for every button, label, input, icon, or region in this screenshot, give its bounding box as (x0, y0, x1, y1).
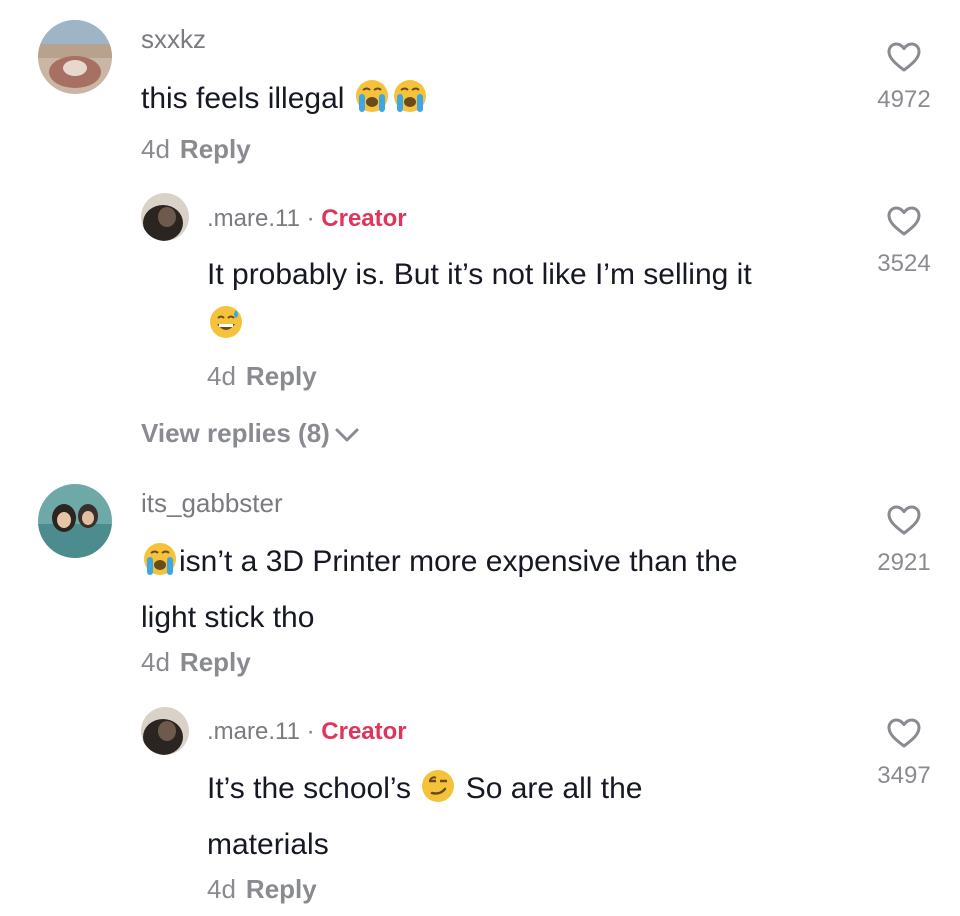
like-count: 3524 (877, 250, 931, 277)
comment-username[interactable]: its_gabbster (141, 488, 283, 519)
reply-text-part2: So are all the (465, 772, 643, 805)
reply-meta: 4d Reply (207, 361, 317, 392)
chevron-down-icon (335, 428, 359, 442)
like-button[interactable]: 3524 (864, 206, 944, 278)
like-count: 2921 (877, 549, 931, 576)
heart-icon (887, 505, 921, 535)
comment-text-line2: light stick tho (141, 601, 315, 634)
smirking-face-icon (420, 768, 456, 820)
avatar[interactable] (38, 20, 112, 94)
view-replies-label: View replies (8) (141, 418, 330, 448)
reply-text-content: It probably is. But it’s not like I’m se… (207, 258, 752, 291)
reply-header: .mare.11 · Creator (207, 205, 407, 233)
reply-button[interactable]: Reply (246, 361, 317, 391)
reply-text-part1: It’s the school’s (207, 772, 412, 805)
reply-button[interactable]: Reply (246, 874, 317, 904)
creator-badge: Creator (321, 718, 407, 745)
like-count: 4972 (877, 86, 931, 113)
reply-button[interactable]: Reply (180, 134, 251, 164)
comment-age: 4d (141, 134, 170, 164)
comment-text: isn’t a 3D Printer more expensive than t… (141, 537, 841, 643)
reply-username[interactable]: .mare.11 (207, 718, 300, 745)
creator-badge: Creator (321, 205, 407, 232)
like-button[interactable]: 2921 (864, 505, 944, 577)
reply-meta: 4d Reply (207, 874, 317, 905)
heart-icon (887, 718, 921, 748)
avatar[interactable] (38, 484, 112, 558)
comment-age: 4d (141, 647, 170, 677)
comment-text-line1: isn’t a 3D Printer more expensive than t… (179, 545, 738, 578)
reply-username[interactable]: .mare.11 (207, 205, 300, 232)
reply-age: 4d (207, 874, 236, 904)
avatar[interactable] (141, 193, 189, 241)
avatar[interactable] (141, 707, 189, 755)
comment-text: this feels illegal (141, 74, 429, 130)
separator-dot: · (306, 718, 315, 745)
view-replies-button[interactable]: View replies (8) (141, 418, 360, 449)
comment-meta: 4d Reply (141, 647, 251, 678)
comment-text-content: this feels illegal (141, 82, 345, 115)
loudly-crying-face-icon (392, 78, 428, 130)
heart-icon (887, 42, 921, 72)
reply-header: .mare.11 · Creator (207, 718, 407, 746)
like-count: 3497 (877, 762, 931, 789)
reply-button[interactable]: Reply (180, 647, 251, 677)
comment-username[interactable]: sxxkz (141, 24, 206, 55)
reply-text-line2: materials (207, 828, 329, 861)
loudly-crying-face-icon (142, 541, 178, 593)
reply-age: 4d (207, 361, 236, 391)
loudly-crying-face-icon (354, 78, 390, 130)
grinning-face-with-sweat-icon (208, 304, 244, 356)
comment-meta: 4d Reply (141, 134, 251, 165)
like-button[interactable]: 4972 (864, 42, 944, 114)
heart-icon (887, 206, 921, 236)
like-button[interactable]: 3497 (864, 718, 944, 790)
reply-text: It’s the school’s So are all the materia… (207, 764, 837, 870)
reply-text: It probably is. But it’s not like I’m se… (207, 250, 837, 356)
separator-dot: · (306, 205, 315, 232)
